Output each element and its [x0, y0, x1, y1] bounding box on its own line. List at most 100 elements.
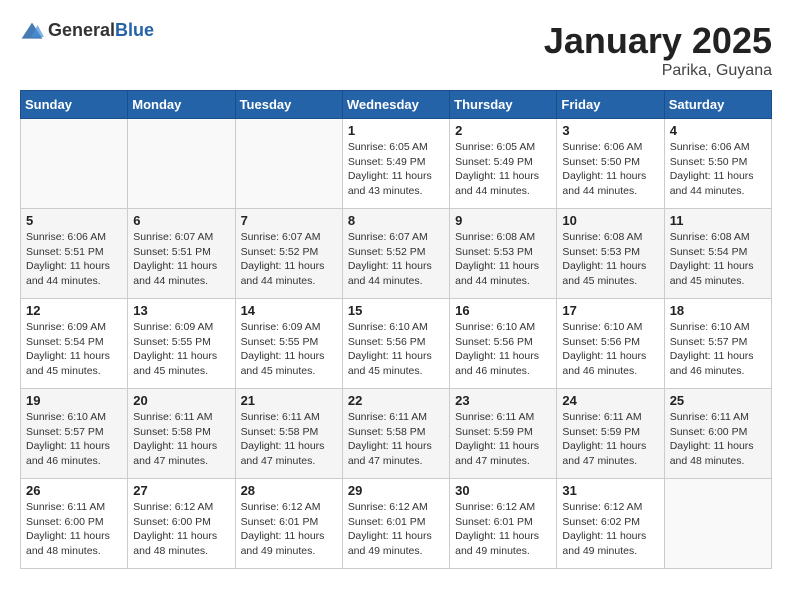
weekday-header-wednesday: Wednesday [342, 91, 449, 119]
calendar-cell: 28 Sunrise: 6:12 AM Sunset: 6:01 PM Dayli… [235, 479, 342, 569]
day-number: 28 [241, 483, 337, 498]
calendar-week-row: 12 Sunrise: 6:09 AM Sunset: 5:54 PM Dayli… [21, 299, 772, 389]
day-info: Sunrise: 6:07 AM Sunset: 5:51 PM Dayligh… [133, 230, 229, 289]
day-number: 31 [562, 483, 658, 498]
day-number: 3 [562, 123, 658, 138]
day-info: Sunrise: 6:08 AM Sunset: 5:53 PM Dayligh… [562, 230, 658, 289]
day-info: Sunrise: 6:11 AM Sunset: 5:59 PM Dayligh… [562, 410, 658, 469]
calendar-cell: 20 Sunrise: 6:11 AM Sunset: 5:58 PM Dayli… [128, 389, 235, 479]
calendar-cell [664, 479, 771, 569]
day-info: Sunrise: 6:12 AM Sunset: 6:01 PM Dayligh… [455, 500, 551, 559]
day-info: Sunrise: 6:11 AM Sunset: 5:58 PM Dayligh… [241, 410, 337, 469]
day-number: 22 [348, 393, 444, 408]
day-info: Sunrise: 6:09 AM Sunset: 5:54 PM Dayligh… [26, 320, 122, 379]
calendar-table: SundayMondayTuesdayWednesdayThursdayFrid… [20, 90, 772, 569]
calendar-cell: 16 Sunrise: 6:10 AM Sunset: 5:56 PM Dayli… [450, 299, 557, 389]
calendar-cell: 23Sunrise: 6:11 AM Sunset: 5:59 PM Dayli… [450, 389, 557, 479]
day-number: 1 [348, 123, 444, 138]
weekday-header-friday: Friday [557, 91, 664, 119]
calendar-cell: 22 Sunrise: 6:11 AM Sunset: 5:58 PM Dayli… [342, 389, 449, 479]
day-info: Sunrise: 6:11 AM Sunset: 5:58 PM Dayligh… [348, 410, 444, 469]
day-info: Sunrise: 6:05 AM Sunset: 5:49 PM Dayligh… [348, 140, 444, 199]
day-info: Sunrise: 6:12 AM Sunset: 6:02 PM Dayligh… [562, 500, 658, 559]
day-number: 12 [26, 303, 122, 318]
day-number: 11 [670, 213, 766, 228]
day-number: 14 [241, 303, 337, 318]
day-info: Sunrise: 6:10 AM Sunset: 5:57 PM Dayligh… [670, 320, 766, 379]
page-header: GeneralBlue January 2025 Parika, Guyana [20, 20, 772, 80]
day-number: 24 [562, 393, 658, 408]
day-info: Sunrise: 6:05 AM Sunset: 5:49 PM Dayligh… [455, 140, 551, 199]
day-number: 2 [455, 123, 551, 138]
calendar-cell: 14 Sunrise: 6:09 AM Sunset: 5:55 PM Dayli… [235, 299, 342, 389]
title-block: January 2025 Parika, Guyana [544, 20, 772, 80]
day-info: Sunrise: 6:07 AM Sunset: 5:52 PM Dayligh… [348, 230, 444, 289]
calendar-cell [21, 119, 128, 209]
day-number: 27 [133, 483, 229, 498]
day-number: 16 [455, 303, 551, 318]
day-info: Sunrise: 6:11 AM Sunset: 6:00 PM Dayligh… [26, 500, 122, 559]
day-info: Sunrise: 6:12 AM Sunset: 6:01 PM Dayligh… [241, 500, 337, 559]
weekday-header-sunday: Sunday [21, 91, 128, 119]
calendar-week-row: 26 Sunrise: 6:11 AM Sunset: 6:00 PM Dayli… [21, 479, 772, 569]
calendar-cell: 2 Sunrise: 6:05 AM Sunset: 5:49 PM Daylig… [450, 119, 557, 209]
day-number: 21 [241, 393, 337, 408]
calendar-cell: 11 Sunrise: 6:08 AM Sunset: 5:54 PM Dayli… [664, 209, 771, 299]
day-number: 4 [670, 123, 766, 138]
calendar-cell: 6 Sunrise: 6:07 AM Sunset: 5:51 PM Daylig… [128, 209, 235, 299]
day-number: 29 [348, 483, 444, 498]
day-info: Sunrise: 6:11 AM Sunset: 6:00 PM Dayligh… [670, 410, 766, 469]
calendar-cell: 8Sunrise: 6:07 AM Sunset: 5:52 PM Daylig… [342, 209, 449, 299]
location-title: Parika, Guyana [544, 62, 772, 80]
day-number: 17 [562, 303, 658, 318]
calendar-cell: 25 Sunrise: 6:11 AM Sunset: 6:00 PM Dayli… [664, 389, 771, 479]
calendar-cell: 17 Sunrise: 6:10 AM Sunset: 5:56 PM Dayli… [557, 299, 664, 389]
day-number: 7 [241, 213, 337, 228]
calendar-cell: 31 Sunrise: 6:12 AM Sunset: 6:02 PM Dayli… [557, 479, 664, 569]
day-info: Sunrise: 6:06 AM Sunset: 5:51 PM Dayligh… [26, 230, 122, 289]
weekday-header-tuesday: Tuesday [235, 91, 342, 119]
day-info: Sunrise: 6:11 AM Sunset: 5:58 PM Dayligh… [133, 410, 229, 469]
calendar-cell: 29 Sunrise: 6:12 AM Sunset: 6:01 PM Dayli… [342, 479, 449, 569]
day-number: 13 [133, 303, 229, 318]
logo-general: General [48, 20, 115, 40]
day-info: Sunrise: 6:12 AM Sunset: 6:01 PM Dayligh… [348, 500, 444, 559]
day-number: 10 [562, 213, 658, 228]
month-title: January 2025 [544, 20, 772, 62]
day-number: 26 [26, 483, 122, 498]
day-info: Sunrise: 6:12 AM Sunset: 6:00 PM Dayligh… [133, 500, 229, 559]
day-info: Sunrise: 6:09 AM Sunset: 5:55 PM Dayligh… [241, 320, 337, 379]
day-info: Sunrise: 6:06 AM Sunset: 5:50 PM Dayligh… [562, 140, 658, 199]
calendar-cell: 18 Sunrise: 6:10 AM Sunset: 5:57 PM Dayli… [664, 299, 771, 389]
calendar-week-row: 5Sunrise: 6:06 AM Sunset: 5:51 PM Daylig… [21, 209, 772, 299]
calendar-cell: 26 Sunrise: 6:11 AM Sunset: 6:00 PM Dayli… [21, 479, 128, 569]
logo-blue: Blue [115, 20, 154, 40]
day-info: Sunrise: 6:10 AM Sunset: 5:57 PM Dayligh… [26, 410, 122, 469]
day-info: Sunrise: 6:10 AM Sunset: 5:56 PM Dayligh… [562, 320, 658, 379]
day-number: 30 [455, 483, 551, 498]
calendar-cell [235, 119, 342, 209]
weekday-header-monday: Monday [128, 91, 235, 119]
day-number: 18 [670, 303, 766, 318]
calendar-cell [128, 119, 235, 209]
day-number: 6 [133, 213, 229, 228]
calendar-cell: 24 Sunrise: 6:11 AM Sunset: 5:59 PM Dayli… [557, 389, 664, 479]
logo: GeneralBlue [20, 20, 154, 41]
calendar-cell: 5Sunrise: 6:06 AM Sunset: 5:51 PM Daylig… [21, 209, 128, 299]
calendar-cell: 21 Sunrise: 6:11 AM Sunset: 5:58 PM Dayli… [235, 389, 342, 479]
calendar-cell: 3 Sunrise: 6:06 AM Sunset: 5:50 PM Daylig… [557, 119, 664, 209]
day-info: Sunrise: 6:08 AM Sunset: 5:53 PM Dayligh… [455, 230, 551, 289]
day-number: 20 [133, 393, 229, 408]
calendar-cell: 15Sunrise: 6:10 AM Sunset: 5:56 PM Dayli… [342, 299, 449, 389]
day-info: Sunrise: 6:06 AM Sunset: 5:50 PM Dayligh… [670, 140, 766, 199]
day-number: 25 [670, 393, 766, 408]
day-info: Sunrise: 6:10 AM Sunset: 5:56 PM Dayligh… [455, 320, 551, 379]
calendar-cell: 10 Sunrise: 6:08 AM Sunset: 5:53 PM Dayli… [557, 209, 664, 299]
day-info: Sunrise: 6:09 AM Sunset: 5:55 PM Dayligh… [133, 320, 229, 379]
day-info: Sunrise: 6:08 AM Sunset: 5:54 PM Dayligh… [670, 230, 766, 289]
calendar-cell: 9Sunrise: 6:08 AM Sunset: 5:53 PM Daylig… [450, 209, 557, 299]
calendar-cell: 19Sunrise: 6:10 AM Sunset: 5:57 PM Dayli… [21, 389, 128, 479]
calendar-cell: 27 Sunrise: 6:12 AM Sunset: 6:00 PM Dayli… [128, 479, 235, 569]
day-info: Sunrise: 6:11 AM Sunset: 5:59 PM Dayligh… [455, 410, 551, 469]
calendar-cell: 30 Sunrise: 6:12 AM Sunset: 6:01 PM Dayli… [450, 479, 557, 569]
